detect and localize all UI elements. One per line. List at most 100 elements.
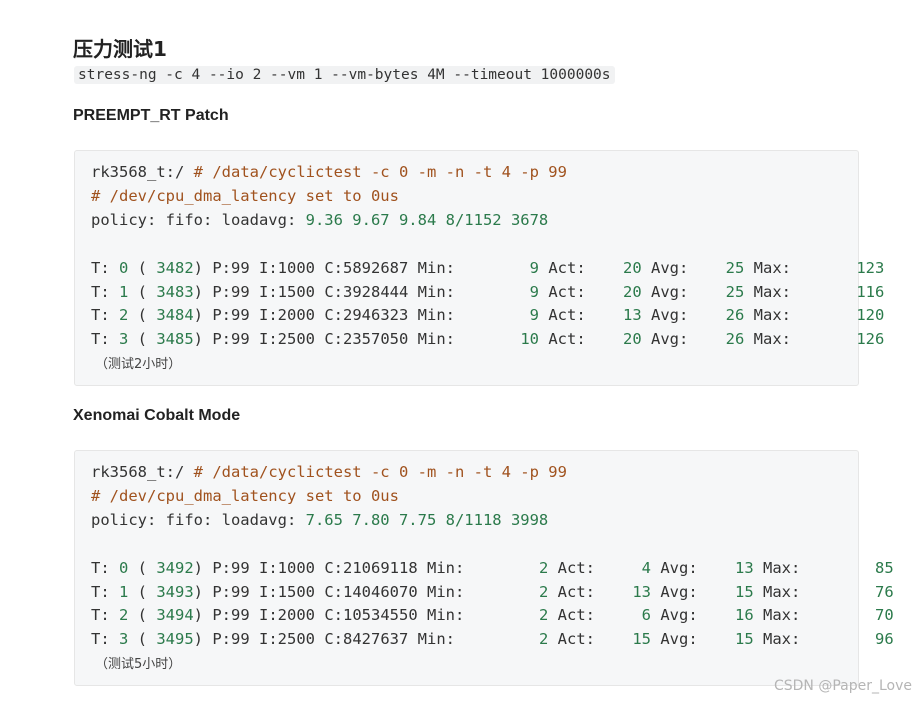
thread-id: 2 bbox=[119, 306, 129, 325]
thread-count: 21069118 bbox=[343, 559, 418, 577]
thread-id: 2 bbox=[119, 606, 129, 625]
test-duration-note: （测试5小时） bbox=[95, 657, 182, 672]
latency-comment: # /dev/cpu_dma_latency set to 0us bbox=[91, 187, 399, 205]
thread-priority: 99 bbox=[231, 306, 250, 325]
latency-max: 96 bbox=[875, 629, 894, 648]
thread-count: 3928444 bbox=[343, 282, 409, 301]
latency-comment: # /dev/cpu_dma_latency set to 0us bbox=[91, 487, 399, 505]
thread-id: 0 bbox=[119, 559, 129, 577]
code-block: rk3568_t:/ # /data/cyclictest -c 0 -m -n… bbox=[74, 150, 884, 386]
latency-act: 15 bbox=[632, 629, 651, 648]
latency-act: 20 bbox=[623, 282, 642, 301]
latency-act: 4 bbox=[641, 559, 651, 577]
thread-priority: 99 bbox=[231, 606, 250, 625]
thread-row: T: 0 ( 3492) P:99 I:1000 C:21069118 Min:… bbox=[91, 559, 894, 577]
latency-min: 2 bbox=[538, 582, 549, 601]
stress-command: stress-ng -c 4 --io 2 --vm 1 --vm-bytes … bbox=[74, 66, 615, 84]
thread-interval: 1500 bbox=[277, 282, 315, 301]
thread-interval: 1000 bbox=[277, 559, 315, 577]
latency-avg: 13 bbox=[735, 559, 754, 577]
thread-count: 2357050 bbox=[343, 329, 409, 348]
latency-min: 2 bbox=[538, 629, 549, 648]
code-block: rk3568_t:/ # /data/cyclictest -c 0 -m -n… bbox=[74, 450, 894, 686]
latency-act: 6 bbox=[641, 606, 651, 625]
thread-pid: 3493 bbox=[156, 582, 194, 601]
page-title: 压力测试1 bbox=[73, 36, 167, 61]
test-duration-note: （测试2小时） bbox=[95, 357, 182, 372]
section-title: PREEMPT_RT Patch bbox=[73, 107, 229, 124]
loadavg-values: 7.65 7.80 7.75 8/1118 3998 bbox=[305, 511, 549, 529]
thread-row: T: 2 ( 3484) P:99 I:2000 C:2946323 Min: … bbox=[91, 306, 885, 325]
cyclictest-command: # /data/cyclictest -c 0 -m -n -t 4 -p 99 bbox=[193, 163, 567, 181]
thread-priority: 99 bbox=[231, 329, 250, 348]
latency-line: # /dev/cpu_dma_latency set to 0us bbox=[91, 486, 399, 506]
thread-pid: 3494 bbox=[156, 606, 194, 625]
latency-max: 85 bbox=[875, 559, 894, 577]
latency-max: 126 bbox=[856, 329, 885, 348]
latency-max: 70 bbox=[875, 606, 894, 625]
latency-min: 9 bbox=[529, 259, 539, 277]
thread-id: 3 bbox=[119, 329, 129, 348]
thread-interval: 2000 bbox=[277, 606, 315, 625]
thread-priority: 99 bbox=[231, 629, 250, 648]
thread-pid: 3483 bbox=[156, 282, 194, 301]
thread-count: 8427637 bbox=[343, 629, 409, 648]
command-line: rk3568_t:/ # /data/cyclictest -c 0 -m -n… bbox=[91, 462, 567, 482]
thread-id: 1 bbox=[119, 282, 129, 301]
latency-avg: 15 bbox=[735, 629, 754, 648]
latency-avg: 25 bbox=[725, 282, 745, 301]
thread-row: T: 1 ( 3493) P:99 I:1500 C:14046070 Min:… bbox=[91, 582, 894, 601]
latency-line: # /dev/cpu_dma_latency set to 0us bbox=[91, 186, 399, 206]
thread-row: T: 3 ( 3495) P:99 I:2500 C:8427637 Min: … bbox=[91, 629, 894, 648]
shell-prompt: rk3568_t:/ bbox=[91, 463, 185, 481]
thread-interval: 1000 bbox=[277, 259, 315, 277]
policy-line: policy: fifo: loadavg: 9.36 9.67 9.84 8/… bbox=[91, 210, 548, 230]
thread-count: 14046070 bbox=[343, 582, 418, 601]
thread-row: T: 3 ( 3485) P:99 I:2500 C:2357050 Min: … bbox=[91, 329, 885, 348]
thread-id: 1 bbox=[119, 582, 129, 601]
thread-pid: 3495 bbox=[156, 629, 194, 648]
thread-row: T: 0 ( 3482) P:99 I:1000 C:5892687 Min: … bbox=[91, 259, 885, 277]
latency-max: 76 bbox=[875, 582, 894, 601]
thread-priority: 99 bbox=[231, 282, 250, 301]
thread-priority: 99 bbox=[231, 582, 250, 601]
cyclictest-command: # /data/cyclictest -c 0 -m -n -t 4 -p 99 bbox=[193, 463, 567, 481]
latency-max: 116 bbox=[856, 282, 885, 301]
section-title: Xenomai Cobalt Mode bbox=[73, 407, 241, 424]
latency-min: 2 bbox=[538, 606, 549, 625]
thread-count: 2946323 bbox=[343, 306, 409, 325]
latency-act: 13 bbox=[632, 582, 651, 601]
policy-label: policy: fifo: loadavg: bbox=[91, 511, 306, 529]
latency-avg: 15 bbox=[735, 582, 754, 601]
thread-interval: 1500 bbox=[277, 582, 315, 601]
latency-avg: 26 bbox=[725, 329, 745, 348]
latency-act: 20 bbox=[623, 259, 642, 277]
loadavg-values: 9.36 9.67 9.84 8/1152 3678 bbox=[305, 211, 549, 229]
latency-min: 2 bbox=[538, 559, 549, 577]
latency-min: 9 bbox=[529, 282, 539, 301]
latency-act: 13 bbox=[623, 306, 642, 325]
thread-row: T: 1 ( 3483) P:99 I:1500 C:3928444 Min: … bbox=[91, 282, 885, 301]
thread-count: 5892687 bbox=[343, 259, 409, 277]
thread-id: 3 bbox=[119, 629, 129, 648]
watermark: CSDN @Paper_Love bbox=[773, 678, 912, 694]
latency-act: 20 bbox=[623, 329, 642, 348]
latency-avg: 25 bbox=[725, 259, 745, 277]
latency-max: 123 bbox=[856, 259, 885, 277]
thread-count: 10534550 bbox=[343, 606, 418, 625]
policy-label: policy: fifo: loadavg: bbox=[91, 211, 306, 229]
thread-interval: 2500 bbox=[277, 329, 315, 348]
thread-interval: 2000 bbox=[277, 306, 315, 325]
thread-pid: 3492 bbox=[156, 559, 194, 577]
thread-pid: 3485 bbox=[156, 329, 194, 348]
latency-avg: 26 bbox=[725, 306, 745, 325]
thread-interval: 2500 bbox=[277, 629, 315, 648]
thread-id: 0 bbox=[119, 259, 129, 277]
latency-avg: 16 bbox=[735, 606, 754, 625]
latency-min: 10 bbox=[520, 329, 539, 348]
thread-priority: 99 bbox=[231, 259, 250, 277]
command-line: rk3568_t:/ # /data/cyclictest -c 0 -m -n… bbox=[91, 162, 567, 182]
thread-row: T: 2 ( 3494) P:99 I:2000 C:10534550 Min:… bbox=[91, 606, 894, 625]
thread-priority: 99 bbox=[231, 559, 250, 577]
thread-pid: 3484 bbox=[156, 306, 194, 325]
